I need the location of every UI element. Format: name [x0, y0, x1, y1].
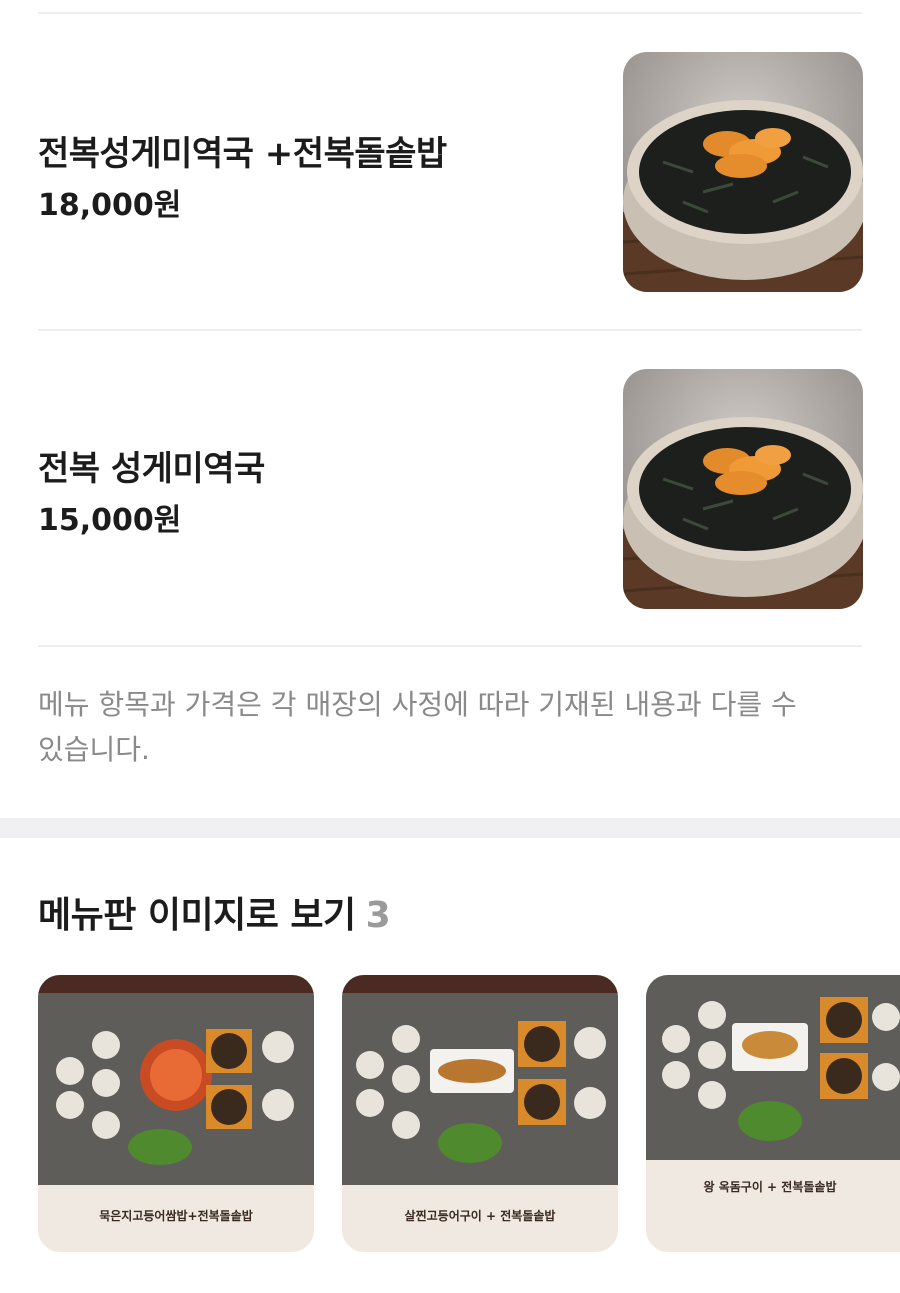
menu-board-image-2[interactable]: 살찐고등어구이 + 전복돌솥밥 [342, 975, 618, 1252]
menu-item-name: 전복성게미역국 +전복돌솥밥 [38, 134, 447, 174]
menu-board-count: 3 [365, 895, 391, 936]
board-caption: 묵은지고등어쌈밥+전복돌솥밥 [99, 1208, 253, 1223]
menu-item-2[interactable]: 전복 성게미역국 15,000원 [0, 331, 900, 647]
menu-item-price: 18,000원 [38, 188, 182, 223]
price-notice: 메뉴 항목과 가격은 각 매장의 사정에 따라 기재된 내용과 다를 수 있습니… [38, 688, 797, 766]
menu-item-name: 전복 성게미역국 [38, 449, 265, 489]
menu-board-section-title[interactable]: 메뉴판 이미지로 보기 3 [38, 886, 391, 938]
seaweed-soup-photo[interactable] [623, 52, 863, 292]
section-separator [0, 818, 900, 838]
menu-item-1[interactable]: 전복성게미역국 +전복돌솥밥 18,000원 [0, 14, 900, 330]
board-caption: 왕 옥돔구이 + 전복돌솥밥 [704, 1179, 837, 1194]
menu-page: 전복성게미역국 +전복돌솥밥 18,000원 전복 성게미역국 15,000원 … [0, 0, 900, 1293]
divider [38, 645, 862, 647]
menu-board-image-1[interactable]: 묵은지고등어쌈밥+전복돌솥밥 [38, 975, 314, 1252]
menu-board-image-3[interactable]: 왕 옥돔구이 + 전복돌솥밥 [646, 975, 900, 1252]
section-title-text: 메뉴판 이미지로 보기 [38, 895, 356, 936]
menu-item-price: 15,000원 [38, 503, 182, 538]
board-caption: 살찐고등어구이 + 전복돌솥밥 [405, 1208, 556, 1223]
seaweed-soup-photo[interactable] [623, 369, 863, 609]
